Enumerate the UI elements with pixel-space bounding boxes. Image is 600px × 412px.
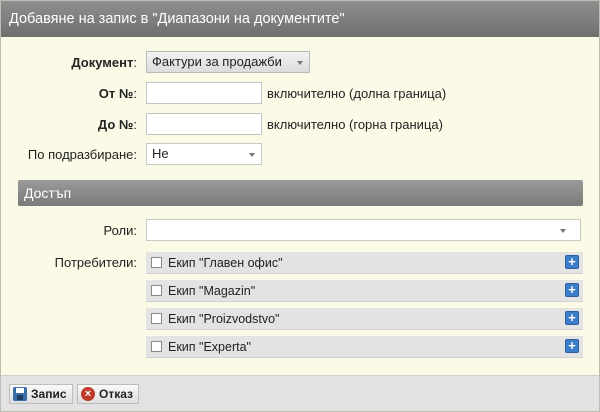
document-select-value: Фактури за продажби (152, 54, 282, 69)
user-item: Екип "Главен офис" + (146, 252, 583, 274)
default-label: По подразбиране: (27, 147, 137, 162)
from-hint: включително (долна граница) (267, 86, 447, 101)
user-checkbox[interactable] (151, 285, 162, 296)
access-section-header: Достъп (18, 180, 583, 206)
cancel-button[interactable]: × Отказ (77, 384, 140, 404)
chevron-down-icon (560, 229, 566, 233)
user-item-label: Екип "Главен офис" (168, 256, 283, 270)
user-item-label: Екип "Magazin" (168, 284, 256, 298)
user-checkbox[interactable] (151, 313, 162, 324)
dialog-title: Добавяне на запис в "Диапазони на докуме… (1, 1, 599, 37)
cancel-button-label: Отказ (99, 387, 134, 401)
default-select-value: Не (152, 146, 169, 161)
cancel-icon: × (81, 387, 95, 401)
document-label: Документ: (71, 55, 137, 70)
document-select[interactable]: Фактури за продажби (146, 51, 310, 73)
from-row: От №: включително (долна граница) (1, 82, 599, 106)
plus-icon[interactable]: + (565, 311, 579, 325)
plus-icon[interactable]: + (565, 283, 579, 297)
chevron-down-icon (297, 61, 303, 65)
default-row: По подразбиране: Не (1, 143, 599, 167)
to-hint: включително (горна граница) (267, 117, 443, 132)
to-row: До №: включително (горна граница) (1, 113, 599, 137)
dialog-footer: Запис × Отказ (1, 375, 599, 411)
roles-label: Роли: (103, 223, 137, 238)
to-label: До №: (97, 117, 137, 132)
default-select[interactable]: Не (146, 143, 262, 165)
save-button-label: Запис (31, 387, 67, 401)
user-checkbox[interactable] (151, 341, 162, 352)
document-row: Документ: Фактури за продажби (1, 51, 599, 75)
user-checkbox[interactable] (151, 257, 162, 268)
users-label: Потребители: (54, 255, 137, 270)
user-item: Екип "Proizvodstvo" + (146, 308, 583, 330)
dialog: Добавяне на запис в "Диапазони на докуме… (0, 0, 600, 412)
from-label: От №: (98, 86, 137, 101)
roles-select[interactable] (146, 219, 581, 241)
user-item: Екип "Experta" + (146, 336, 583, 358)
from-number-input[interactable] (146, 82, 262, 104)
to-number-input[interactable] (146, 113, 262, 135)
user-item-label: Екип "Proizvodstvo" (168, 312, 280, 326)
floppy-disk-icon (13, 387, 27, 401)
save-button[interactable]: Запис (9, 384, 73, 404)
user-item-label: Екип "Experta" (168, 340, 251, 354)
chevron-down-icon (249, 153, 255, 157)
user-item: Екип "Magazin" + (146, 280, 583, 302)
plus-icon[interactable]: + (565, 339, 579, 353)
plus-icon[interactable]: + (565, 255, 579, 269)
